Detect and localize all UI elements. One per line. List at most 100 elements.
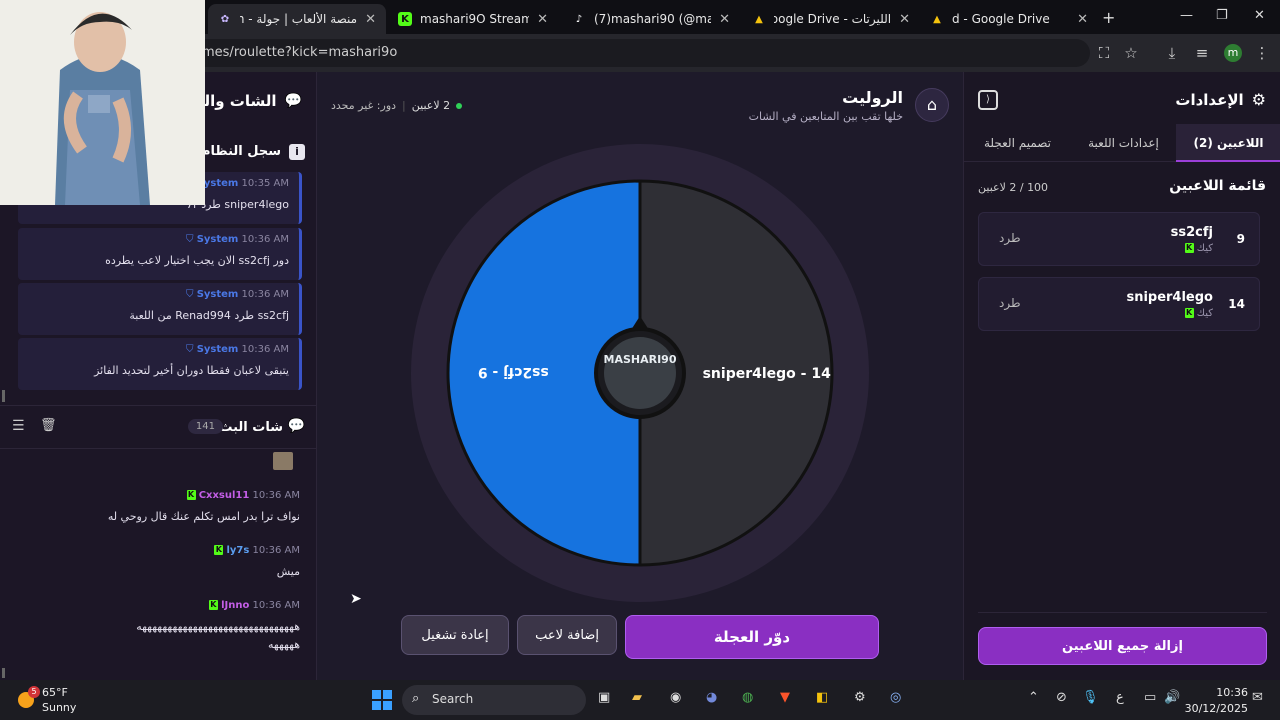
close-window-button[interactable]: ✕ <box>1254 8 1265 23</box>
stream-chat-title: شات البث <box>219 420 283 435</box>
message-text: نواف ترا بدر امس تكلم عنك قال روحي له <box>107 510 300 523</box>
windows-start-icon[interactable] <box>372 690 392 710</box>
file-explorer-icon[interactable]: ▰ <box>632 690 642 705</box>
microphone-icon[interactable]: 🎙 <box>1082 690 1099 705</box>
close-tab-icon[interactable]: ✕ <box>365 12 376 27</box>
brave-icon[interactable]: ▼ <box>780 690 790 705</box>
game-title: الروليت <box>842 88 903 107</box>
kick-icon: K <box>1184 308 1194 318</box>
volume-icon[interactable]: 🔊 <box>1164 690 1180 705</box>
media-control-icon[interactable]: ≡ <box>1192 43 1212 63</box>
taskbar-search[interactable]: ⌕ Search <box>402 685 586 715</box>
translate-icon[interactable]: ⛶ <box>1094 43 1114 63</box>
kick-icon: K <box>186 490 196 500</box>
roulette-game: ⌂ الروليت خلها تقب بين المتابعين في الشا… <box>317 72 963 680</box>
network-icon[interactable]: ▭ <box>1144 690 1156 705</box>
home-button[interactable]: ⌂ <box>915 88 949 122</box>
message-author: Cxxsul11 <box>198 490 250 501</box>
close-tab-icon[interactable]: ✕ <box>1077 12 1088 27</box>
divider <box>978 612 1267 613</box>
message-time: 10:36 AM <box>252 490 300 501</box>
message-text: ss2cfj طرد Renad994 من اللعبة <box>129 309 289 322</box>
remove-all-players-button[interactable]: إزالة جميع اللاعبين <box>978 627 1267 665</box>
app-icon[interactable]: ◧ <box>816 690 828 705</box>
weather-badge: 5 <box>28 686 40 698</box>
message-time: 10:36 AM <box>241 234 289 245</box>
bookmark-star-icon[interactable]: ☆ <box>1121 43 1141 63</box>
message-author: lJnno <box>221 600 250 611</box>
steam-icon[interactable]: ◎ <box>890 690 901 705</box>
browser-tab-jawlah[interactable]: ✿ منصة الألعاب | جولة - Jawlah ✕ <box>208 4 386 34</box>
player-number: 9 <box>1236 232 1245 246</box>
message-time: 10:36 AM <box>252 545 300 556</box>
tab-title: d - Google Drive <box>952 12 1050 26</box>
location-off-icon[interactable]: ⊘ <box>1056 690 1067 705</box>
clock-time[interactable]: 10:36 <box>1210 686 1248 699</box>
minimize-button[interactable]: — <box>1180 8 1193 23</box>
trash-icon[interactable]: 🗑 <box>40 418 57 433</box>
new-tab-button[interactable]: + <box>1102 8 1115 27</box>
tab-title: (7)mashari90 (@mashari9o <box>594 12 712 26</box>
browser-tab-drive-1[interactable]: ▲ الليرتات - Google Drive ✕ <box>742 4 920 34</box>
clock-date[interactable]: 30/12/2025 <box>1180 702 1248 715</box>
message-time: 10:36 AM <box>241 344 289 355</box>
scrollbar[interactable] <box>2 668 5 678</box>
tab-players[interactable]: اللاعبين (2) <box>1176 124 1280 162</box>
close-tab-icon[interactable]: ✕ <box>719 12 730 27</box>
kick-icon: K <box>208 600 218 610</box>
tab-wheel-design[interactable]: تصميم العجلة <box>964 124 1071 162</box>
profile-avatar[interactable]: m <box>1224 44 1242 62</box>
chrome-icon[interactable]: ◍ <box>742 690 753 705</box>
close-tab-icon[interactable]: ✕ <box>537 12 548 27</box>
kick-player-button[interactable]: طرد <box>999 296 1021 310</box>
message-time: 10:36 AM <box>252 600 300 611</box>
collapse-panel-button[interactable]: ⟩ <box>978 90 998 110</box>
roulette-wheel[interactable]: sniper4lego - 14 ss2cfj - 9 MASHARI90 <box>317 138 963 658</box>
settings-app-icon[interactable]: ⚙ <box>854 690 866 705</box>
spin-wheel-button[interactable]: دوّر العجلة <box>625 615 879 659</box>
stream-chat-header: 💬 شات البث 141 ☰ 🗑 <box>0 414 317 442</box>
collapse-icon: ⟩ <box>986 94 990 105</box>
mouse-cursor: ➤ <box>350 591 362 607</box>
system-log-title: سجل النظام <box>201 144 281 159</box>
player-name: ss2cfj <box>1170 225 1213 240</box>
scrollbar[interactable] <box>2 390 5 402</box>
close-tab-icon[interactable]: ✕ <box>899 12 910 27</box>
tray-overflow-icon[interactable]: ⌃ <box>1028 690 1039 705</box>
weather-widget[interactable]: 5 65°F Sunny <box>14 684 94 716</box>
notification-icon[interactable]: ✉ <box>1252 690 1263 705</box>
browser-tab-tiktok[interactable]: ♪ (7)mashari90 (@mashari9o ✕ <box>562 4 740 34</box>
settings-panel: الإعدادات ⚙ ⟩ اللاعبين (2) إعدادات اللعب… <box>963 72 1280 680</box>
tiktok-icon: ♪ <box>575 13 583 25</box>
restart-button[interactable]: إعادة تشغيل <box>401 615 509 655</box>
players-list-count: 100 / 2 لاعبين <box>978 181 1049 194</box>
message-author: ly7s <box>226 545 250 556</box>
browser-tab-kick[interactable]: K mashari9O Stream - Watch ✕ <box>388 4 558 34</box>
tab-players-label: اللاعبين (2) <box>1193 136 1264 150</box>
language-indicator[interactable]: ع <box>1116 690 1124 705</box>
google-drive-icon: ▲ <box>933 13 941 25</box>
game-status: 2 لاعبين | دور: غير محدد <box>331 99 463 112</box>
url-field[interactable]: mes/roulette?kick=mashari9o <box>150 39 1090 67</box>
player-platform: K كيك <box>1184 308 1213 319</box>
more-menu-icon[interactable]: ⋮ <box>1252 43 1272 63</box>
tab-game-settings-label: إعدادات اللعبة <box>1088 136 1159 150</box>
google-drive-icon: ▲ <box>755 13 763 25</box>
webcam-overlay <box>0 0 205 205</box>
download-icon[interactable]: ⤓ <box>1162 43 1182 63</box>
kick-player-button[interactable]: طرد <box>999 231 1021 245</box>
task-view-icon[interactable]: ▣ <box>598 690 610 705</box>
platform-label: كيك <box>1196 243 1213 254</box>
opera-gx-icon[interactable]: ◉ <box>670 690 681 705</box>
message-author: System <box>196 289 239 300</box>
player-number: 14 <box>1228 297 1245 311</box>
restore-button[interactable]: ❐ <box>1216 8 1228 23</box>
platform-label: كيك <box>1196 308 1213 319</box>
add-player-button[interactable]: إضافة لاعب <box>517 615 617 655</box>
discord-icon[interactable]: ◕ <box>706 690 717 705</box>
tab-game-settings[interactable]: إعدادات اللعبة <box>1071 124 1176 162</box>
align-icon[interactable]: ☰ <box>12 418 25 434</box>
browser-tab-drive-2[interactable]: ▲ d - Google Drive ✕ <box>920 4 1098 34</box>
gear-icon: ⚙ <box>1251 90 1266 109</box>
kick-icon: K <box>1184 243 1194 253</box>
